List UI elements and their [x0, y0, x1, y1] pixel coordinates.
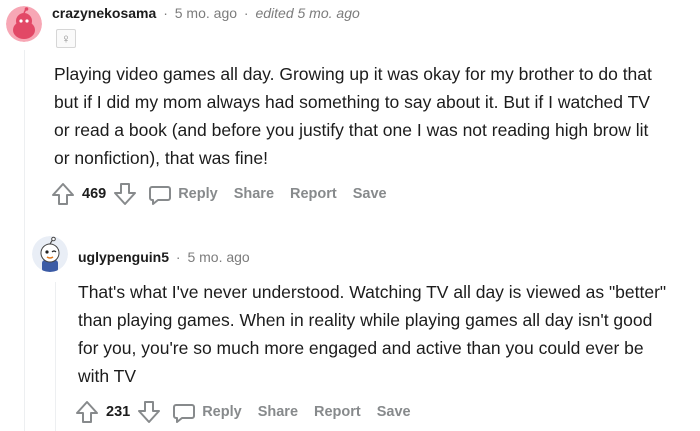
thread-line[interactable] [55, 282, 56, 431]
report-button[interactable]: Report [286, 186, 341, 202]
comment-bubble-icon [173, 404, 196, 423]
downvote-button[interactable] [112, 181, 138, 207]
comment-text: That's what I've never understood. Watch… [78, 282, 667, 386]
comment-bubble-icon [149, 186, 172, 205]
comment-body: Playing video games all day. Growing up … [54, 60, 654, 172]
comment-text: Playing video games all day. Growing up … [54, 64, 652, 168]
upvote-arrow-icon [76, 401, 98, 423]
comment-meta: uglypenguin5 · 5 mo. ago [78, 249, 250, 265]
upvote-arrow-icon [52, 183, 74, 205]
vote-count: 469 [82, 186, 107, 202]
save-button[interactable]: Save [373, 404, 415, 420]
downvote-arrow-icon [114, 183, 137, 205]
reply-button[interactable]: Reply [168, 400, 246, 424]
report-button[interactable]: Report [310, 404, 365, 420]
separator-dot: · [175, 249, 181, 265]
user-flair-female-icon: ♀ [56, 29, 76, 48]
upvote-button[interactable] [50, 181, 76, 207]
downvote-arrow-icon [138, 401, 161, 423]
timestamp[interactable]: 5 mo. ago [175, 5, 237, 21]
reply-button[interactable]: Reply [144, 182, 222, 206]
avatar[interactable] [6, 6, 42, 42]
comment-meta: crazynekosama · 5 mo. ago · edited 5 mo.… [52, 5, 360, 21]
downvote-button[interactable] [136, 399, 162, 425]
separator-dot: · [163, 5, 168, 21]
reply-label: Reply [202, 404, 242, 420]
comment-actions: 231 Reply Share Report Save [74, 398, 415, 426]
timestamp[interactable]: 5 mo. ago [187, 249, 249, 265]
comment-actions: 469 Reply Share Report Save [50, 180, 391, 208]
snoo-avatar-icon [32, 236, 68, 272]
avatar[interactable] [32, 236, 68, 272]
vote-count: 231 [106, 404, 131, 420]
reply-label: Reply [178, 186, 218, 202]
username[interactable]: uglypenguin5 [78, 249, 169, 265]
separator-dot: · [243, 5, 249, 21]
share-button[interactable]: Share [230, 186, 278, 202]
edited-label: edited 5 mo. ago [255, 5, 360, 21]
username[interactable]: crazynekosama [52, 5, 156, 21]
save-button[interactable]: Save [349, 186, 391, 202]
thread-line[interactable] [24, 50, 25, 431]
snoo-avatar-icon [6, 6, 42, 42]
upvote-button[interactable] [74, 399, 100, 425]
share-button[interactable]: Share [254, 404, 302, 420]
comment-body: That's what I've never understood. Watch… [78, 278, 668, 390]
